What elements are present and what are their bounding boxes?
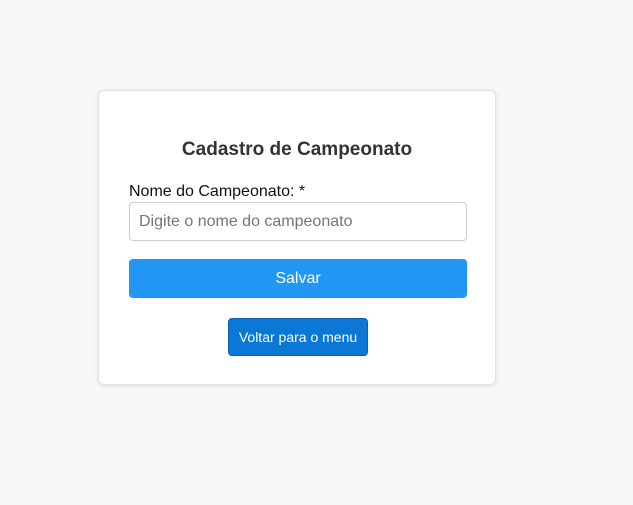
championship-name-input[interactable] xyxy=(129,202,467,241)
championship-form-card: Cadastro de Campeonato Nome do Campeonat… xyxy=(98,90,496,385)
form-title: Cadastro de Campeonato xyxy=(181,139,413,160)
save-button[interactable]: Salvar xyxy=(129,259,467,298)
championship-name-label: Nome do Campeonato: * xyxy=(129,183,306,200)
back-to-menu-button[interactable]: Voltar para o menu xyxy=(228,318,368,356)
